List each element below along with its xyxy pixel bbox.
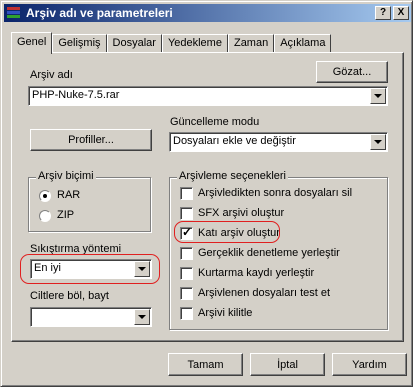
checkbox-sfx[interactable] xyxy=(180,207,193,220)
tab-gelismis[interactable]: Gelişmiş xyxy=(52,34,107,53)
help-button[interactable]: Yardım xyxy=(332,353,407,376)
tab-strip: Genel Gelişmiş Dosyalar Yedekleme Zaman … xyxy=(11,32,332,54)
split-volumes-dropdown-button[interactable] xyxy=(134,309,150,325)
archive-name-label: Arşiv adı xyxy=(30,69,73,81)
tab-panel-genel: Arşiv adı Gözat... PHP-Nuke-7.5.rar Günc… xyxy=(11,52,404,342)
tab-yedekleme[interactable]: Yedekleme xyxy=(161,34,228,53)
update-mode-select[interactable]: Dosyaları ekle ve değiştir xyxy=(169,132,388,152)
archive-format-group xyxy=(28,177,151,232)
archive-name-dropdown-button[interactable] xyxy=(370,88,386,104)
radio-zip[interactable] xyxy=(39,210,51,222)
window-title: Arşiv adı ve parametreleri xyxy=(26,6,173,20)
browse-button[interactable]: Gözat... xyxy=(316,61,388,83)
solid-archive-highlight-ring xyxy=(174,221,280,243)
archive-name-input[interactable]: PHP-Nuke-7.5.rar xyxy=(28,86,388,106)
checkbox-delete-after[interactable] xyxy=(180,187,193,200)
tab-dosyalar[interactable]: Dosyalar xyxy=(106,34,162,53)
profiles-button[interactable]: Profiller... xyxy=(30,129,152,151)
help-title-button[interactable]: ? xyxy=(375,6,391,20)
title-bar[interactable]: Arşiv adı ve parametreleri ? X xyxy=(4,4,411,22)
checkbox-sfx-label[interactable]: SFX arşivi oluştur xyxy=(198,207,284,219)
winrar-app-icon xyxy=(6,6,22,20)
archive-name-value: PHP-Nuke-7.5.rar xyxy=(32,89,120,101)
radio-zip-label[interactable]: ZIP xyxy=(57,209,74,221)
archiving-options-label: Arşivleme seçenekleri xyxy=(177,170,288,182)
update-mode-dropdown-button[interactable] xyxy=(370,134,386,150)
chevron-down-icon xyxy=(374,94,382,98)
checkbox-authenticity[interactable] xyxy=(180,247,193,260)
checkbox-test-label[interactable]: Arşivlenen dosyaları test et xyxy=(198,287,330,299)
checkbox-authenticity-label[interactable]: Gerçeklik denetleme yerleştir xyxy=(198,247,340,259)
cancel-button[interactable]: İptal xyxy=(250,353,325,376)
compression-highlight-ring xyxy=(20,254,160,284)
tab-aciklama[interactable]: Açıklama xyxy=(274,34,332,53)
split-volumes-select[interactable] xyxy=(30,307,152,327)
checkbox-recovery[interactable] xyxy=(180,267,193,280)
archive-dialog: Arşiv adı ve parametreleri ? X Genel Gel… xyxy=(0,0,413,387)
checkbox-recovery-label[interactable]: Kurtarma kaydı yerleştir xyxy=(198,267,314,279)
tab-zaman[interactable]: Zaman xyxy=(227,34,275,53)
radio-rar-label[interactable]: RAR xyxy=(57,189,80,201)
update-mode-label: Güncelleme modu xyxy=(170,116,260,128)
close-button[interactable]: X xyxy=(393,6,409,20)
radio-selected-dot xyxy=(43,194,47,198)
tab-genel[interactable]: Genel xyxy=(11,32,53,54)
archive-format-label: Arşiv biçimi xyxy=(36,170,96,182)
checkbox-test[interactable] xyxy=(180,287,193,300)
checkbox-lock[interactable] xyxy=(180,307,193,320)
chevron-down-icon xyxy=(138,315,146,319)
update-mode-value: Dosyaları ekle ve değiştir xyxy=(173,135,296,147)
split-volumes-label: Ciltlere böl, bayt xyxy=(30,290,109,302)
chevron-down-icon xyxy=(374,140,382,144)
checkbox-lock-label[interactable]: Arşivi kilitle xyxy=(198,307,252,319)
ok-button[interactable]: Tamam xyxy=(168,353,243,376)
checkbox-delete-after-label[interactable]: Arşivledikten sonra dosyaları sil xyxy=(198,187,352,199)
radio-rar[interactable] xyxy=(39,190,51,202)
